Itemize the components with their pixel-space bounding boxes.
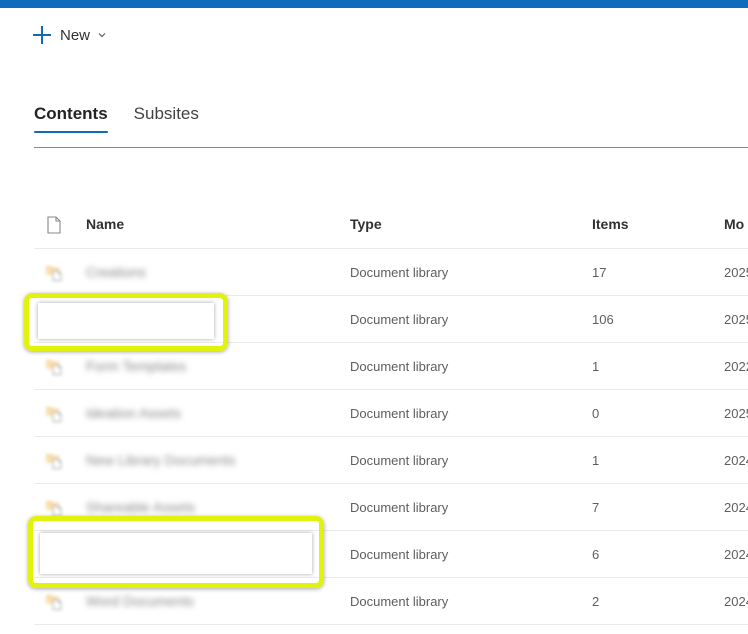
new-button[interactable]: New [33, 22, 106, 48]
column-header-name[interactable]: Name [86, 216, 124, 232]
table-row[interactable]: Ideation Assets Document library 0 2025 [34, 390, 748, 437]
tabs-divider [34, 147, 748, 148]
row-name[interactable]: Word Documents [86, 593, 194, 609]
row-type: Document library [350, 406, 449, 421]
row-type: Document library [350, 500, 449, 515]
row-modified: 2024 [724, 500, 748, 515]
row-type: Document library [350, 453, 449, 468]
row-name[interactable]: Shareable Assets [86, 499, 195, 515]
document-library-icon [46, 595, 62, 610]
document-library-icon [46, 407, 62, 422]
tab-contents[interactable]: Contents [34, 104, 108, 133]
suite-top-bar [0, 0, 748, 8]
annotation-public-documents-inner [40, 533, 312, 574]
document-library-icon [46, 266, 62, 281]
row-type: Document library [350, 594, 449, 609]
table-row[interactable]: Creations Document library 17 2025 [34, 249, 748, 296]
table-row[interactable]: Form Templates Document library 1 2022 [34, 343, 748, 390]
new-button-label: New [60, 26, 91, 44]
row-modified: 2024 [724, 594, 748, 609]
row-name[interactable]: Ideation Assets [86, 405, 181, 421]
row-modified: 2025 [724, 312, 748, 327]
column-header-modified[interactable]: Mo [724, 216, 744, 232]
tab-subsites[interactable]: Subsites [134, 104, 199, 133]
row-name[interactable]: New Library Documents [86, 452, 235, 468]
row-items: 7 [592, 500, 600, 515]
row-items: 2 [592, 594, 600, 609]
table-row[interactable]: New Library Documents Document library 1 20… [34, 437, 748, 484]
row-modified: 2024 [724, 547, 748, 562]
row-items: 6 [592, 547, 600, 562]
row-items: 1 [592, 359, 600, 374]
row-modified: 2022 [724, 359, 748, 374]
row-name[interactable]: Form Templates [86, 358, 186, 374]
row-items: 0 [592, 406, 600, 421]
tab-list: Contents Subsites [34, 104, 225, 133]
row-type: Document library [350, 359, 449, 374]
table-row[interactable]: Word Documents Document library 2 2024 [34, 578, 748, 625]
column-header-items[interactable]: Items [592, 216, 629, 232]
document-library-icon [46, 454, 62, 469]
table-row[interactable]: Shareable Assets Document library 7 2024 [34, 484, 748, 531]
row-modified: 2025 [724, 265, 748, 280]
row-name[interactable]: Creations [86, 264, 146, 280]
annotation-documents-inner [38, 303, 214, 339]
row-type: Document library [350, 312, 449, 327]
row-items: 106 [592, 312, 614, 327]
row-modified: 2024 [724, 453, 748, 468]
row-items: 1 [592, 453, 600, 468]
row-type: Document library [350, 547, 449, 562]
document-icon[interactable] [44, 215, 64, 235]
row-modified: 2025 [724, 406, 748, 421]
document-library-icon [46, 501, 62, 516]
document-library-icon [46, 360, 62, 375]
list-header: Name Type Items Mo [34, 200, 748, 249]
row-type: Document library [350, 265, 449, 280]
column-header-type[interactable]: Type [350, 216, 382, 232]
row-items: 17 [592, 265, 607, 280]
plus-icon [33, 26, 51, 44]
chevron-down-icon [98, 33, 106, 38]
